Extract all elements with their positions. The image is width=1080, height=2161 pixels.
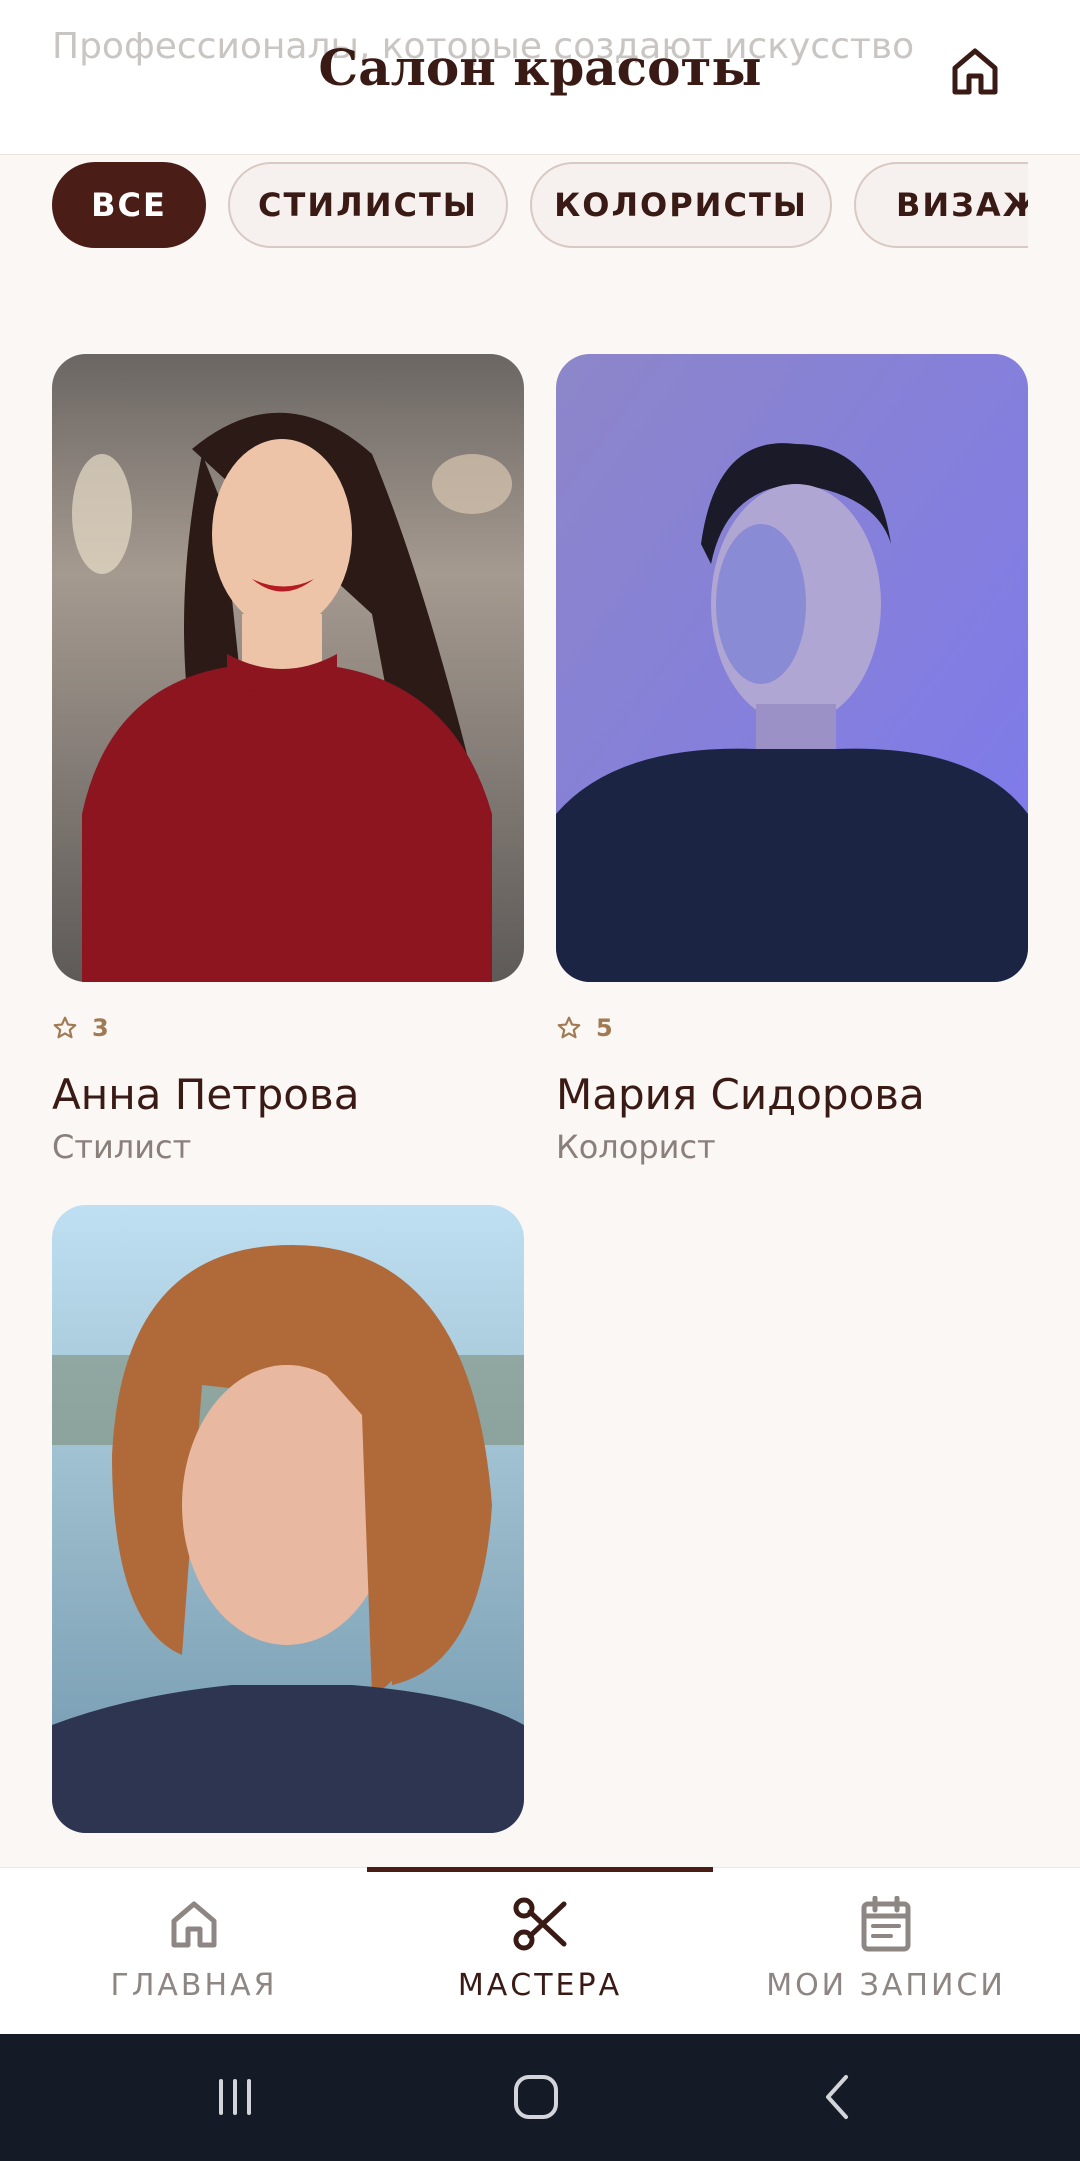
nav-item-home[interactable]: ГЛАВНАЯ [21,1868,367,2035]
back-button[interactable] [808,2066,868,2128]
filter-chips: ВСЕ СТИЛИСТЫ КОЛОРИСТЫ ВИЗАЖИ [52,160,1028,256]
back-icon [826,2075,848,2119]
home-button[interactable] [944,40,1006,102]
chip-all[interactable]: ВСЕ [52,162,206,248]
master-card-2[interactable]: 5 Мария Сидорова Колорист [556,354,1028,1174]
rating-value: 3 [92,1014,109,1042]
master-role: Стилист [52,1128,192,1166]
master-card-1[interactable]: 3 Анна Петрова Стилист [52,354,524,1174]
bottom-navigation: ГЛАВНАЯ МАСТЕРА МОИ ЗАПИСИ [0,1867,1080,2035]
master-card-3[interactable] [52,1205,524,1833]
home-icon [171,1901,217,1948]
master-role: Колорист [556,1128,716,1166]
star-icon [557,1016,581,1039]
system-navigation-bar [0,2034,1080,2161]
nav-item-my-bookings[interactable]: МОИ ЗАПИСИ [713,1868,1059,2035]
rating-value: 5 [596,1014,613,1042]
master-name: Анна Петрова [52,1070,360,1119]
rating: 3 [52,1014,109,1042]
master-photo [556,354,1028,982]
nav-label: ГЛАВНАЯ [110,1968,278,2003]
recent-apps-button[interactable] [205,2066,265,2128]
chip-colorists[interactable]: КОЛОРИСТЫ [530,162,832,248]
rating: 5 [556,1014,613,1042]
master-name: Мария Сидорова [556,1070,925,1119]
nav-item-masters[interactable]: МАСТЕРА [367,1868,713,2035]
system-home-button[interactable] [506,2066,566,2128]
page-title: Салон красоты [318,38,762,97]
master-photo [52,354,524,982]
home-circle-icon [514,2075,558,2119]
star-icon [53,1016,77,1039]
app-header: Профессионалы, которые создают искусство… [0,0,1080,155]
master-photo [52,1205,524,1833]
recent-apps-icon [219,2079,251,2115]
nav-label: МАСТЕРА [457,1968,623,2003]
nav-label: МОИ ЗАПИСИ [766,1968,1006,2003]
scissors-icon [513,1897,567,1951]
chip-stylists[interactable]: СТИЛИСТЫ [228,162,508,248]
home-icon [952,48,998,95]
chip-makeup[interactable]: ВИЗАЖИ [854,162,1028,248]
calendar-icon [861,1896,911,1952]
